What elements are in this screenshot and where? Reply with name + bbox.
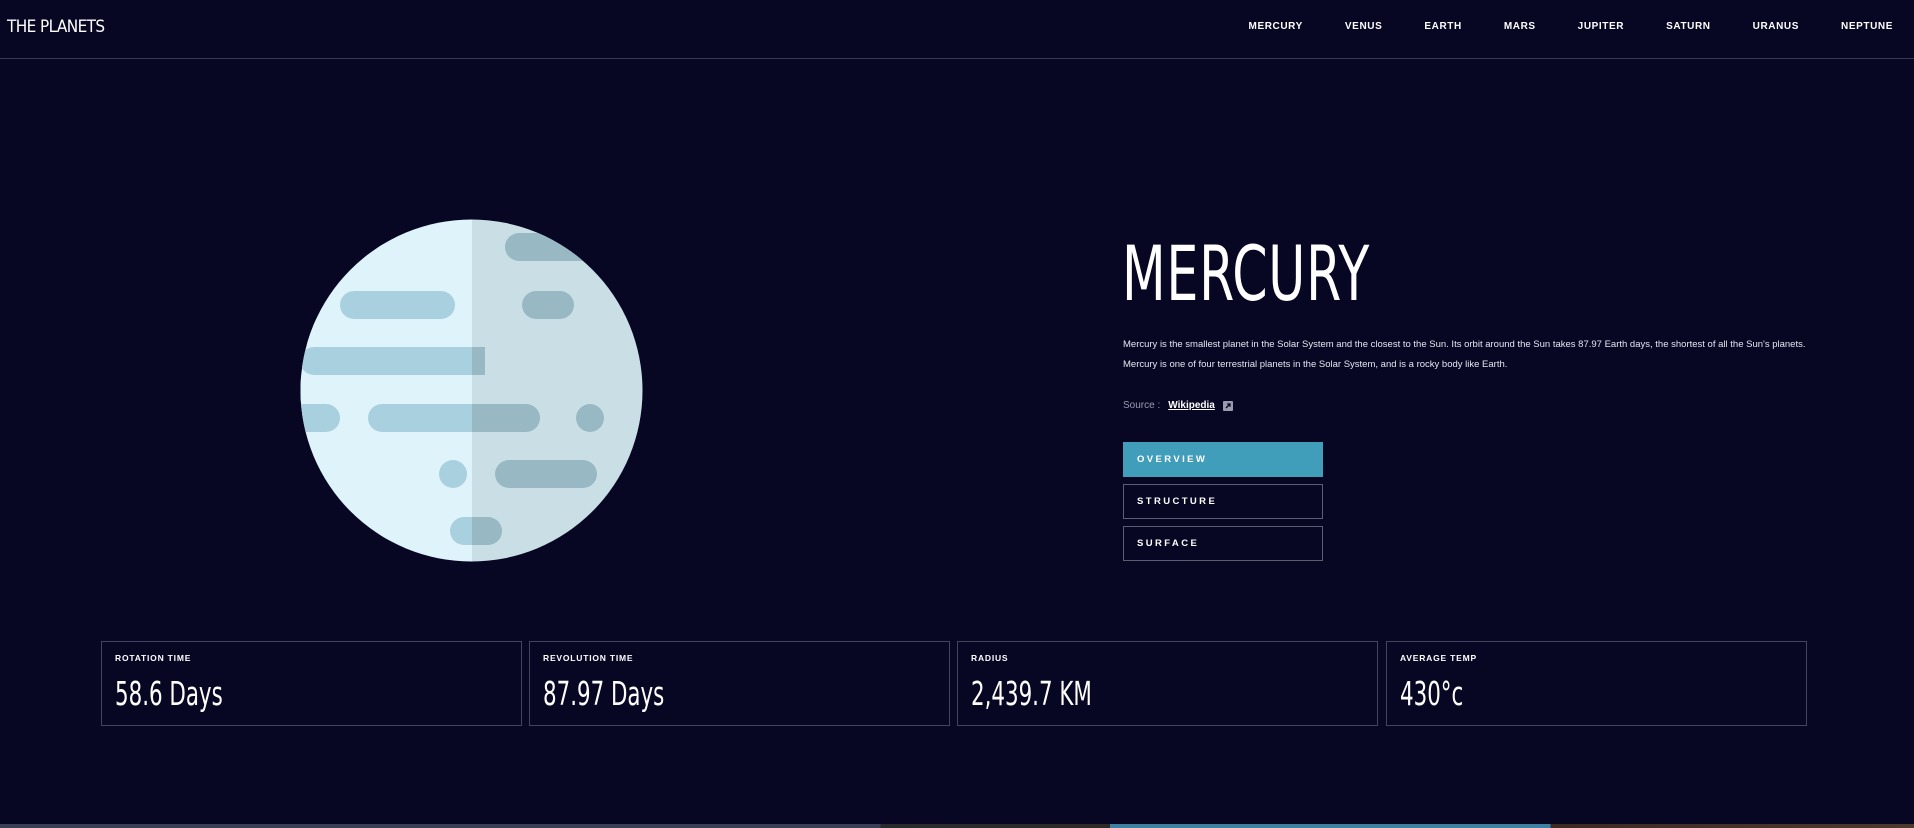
stat-label: AVERAGE TEMP: [1400, 653, 1477, 663]
bottom-image-strip: [0, 824, 1914, 828]
stat-value: 87.97 Days: [543, 674, 665, 713]
stat-revolution-time: REVOLUTION TIME 87.97 Days: [529, 641, 950, 726]
site-header: THE PLANETS MERCURY VENUS EARTH MARS JUP…: [0, 0, 1914, 59]
stat-radius: RADIUS 2,439.7 KM: [957, 641, 1378, 726]
stat-label: REVOLUTION TIME: [543, 653, 634, 663]
planet-title: MERCURY: [1122, 229, 1370, 318]
source-label: Source :: [1123, 400, 1161, 411]
nav-item-saturn[interactable]: SATURN: [1666, 21, 1711, 32]
mercury-planet-illustration: [300, 219, 643, 562]
source-line: Source : Wikipedia: [1123, 400, 1233, 411]
tab-overview[interactable]: OVERVIEW: [1123, 442, 1323, 477]
nav-item-uranus[interactable]: URANUS: [1753, 21, 1799, 32]
nav-item-earth[interactable]: EARTH: [1424, 21, 1461, 32]
nav-item-jupiter[interactable]: JUPITER: [1578, 21, 1624, 32]
site-logo[interactable]: THE PLANETS: [7, 17, 105, 37]
planet-description: Mercury is the smallest planet in the So…: [1123, 335, 1813, 375]
nav-item-mercury[interactable]: MERCURY: [1249, 21, 1303, 32]
stat-label: RADIUS: [971, 653, 1009, 663]
stat-rotation-time: ROTATION TIME 58.6 Days: [101, 641, 522, 726]
tab-structure[interactable]: STRUCTURE: [1123, 484, 1323, 519]
tab-surface[interactable]: SURFACE: [1123, 526, 1323, 561]
description-line-1: Mercury is the smallest planet in the So…: [1123, 339, 1806, 350]
wikipedia-link[interactable]: Wikipedia: [1168, 400, 1215, 411]
nav-item-neptune[interactable]: NEPTUNE: [1841, 21, 1893, 32]
planet-image: [300, 219, 643, 562]
stat-value: 2,439.7 KM: [971, 674, 1092, 713]
stat-label: ROTATION TIME: [115, 653, 192, 663]
external-link-icon[interactable]: [1222, 400, 1233, 411]
main-nav: MERCURY VENUS EARTH MARS JUPITER SATURN …: [1207, 21, 1893, 32]
stat-value: 58.6 Days: [115, 674, 223, 713]
nav-item-venus[interactable]: VENUS: [1345, 21, 1382, 32]
nav-item-mars[interactable]: MARS: [1504, 21, 1536, 32]
stat-value: 430°c: [1400, 674, 1464, 713]
stat-average-temp: AVERAGE TEMP 430°c: [1386, 641, 1807, 726]
description-line-2: Mercury is one of four terrestrial plane…: [1123, 359, 1508, 370]
